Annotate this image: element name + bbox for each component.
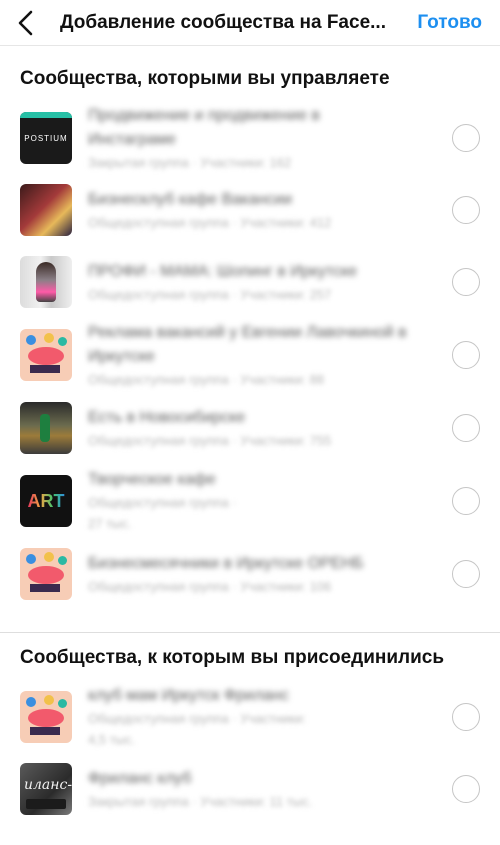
select-radio[interactable]: [452, 775, 480, 803]
community-details-line2: 4,5 тыс.: [88, 732, 136, 747]
select-radio[interactable]: [452, 124, 480, 152]
art-thumb-text: ART: [27, 490, 65, 511]
community-name: Реклама вакансий у Евгении Лавочкиной в: [88, 323, 407, 341]
select-radio[interactable]: [452, 487, 480, 515]
list-item[interactable]: ART Творческое кафе Общедоступная группа…: [0, 464, 500, 538]
community-name: клуб мам Иркутск Фриланс: [88, 687, 289, 704]
list-item[interactable]: Бизнесмесячники в Иркутске ОРЕНБ Общедос…: [0, 538, 500, 610]
community-thumbnail: ART: [20, 475, 72, 527]
community-thumbnail: [20, 548, 72, 600]
community-name: Есть в Новосибирске: [88, 408, 246, 426]
select-radio[interactable]: [452, 341, 480, 369]
select-radio[interactable]: [452, 560, 480, 588]
community-thumbnail: [20, 329, 72, 381]
thumb-text: иланс-: [24, 777, 72, 793]
list-item[interactable]: Реклама вакансий у Евгении Лавочкиной в …: [0, 318, 500, 392]
community-details: Закрытая группа · Участники: 162: [88, 154, 292, 170]
community-details: Общедоступная группа ·: [88, 495, 237, 510]
select-radio[interactable]: [452, 703, 480, 731]
list-item[interactable]: клуб мам Иркутск Фриланс Общедоступная г…: [0, 681, 500, 753]
community-thumbnail: POSTIUM: [20, 112, 72, 164]
community-details: Общедоступная группа · Участники: 257: [88, 286, 332, 302]
list-item[interactable]: POSTIUM Продвижение и продвижение в Инст…: [0, 102, 500, 174]
community-name: Творческое кафе: [88, 471, 216, 488]
done-button[interactable]: Готово: [417, 12, 482, 34]
community-thumbnail: [20, 402, 72, 454]
community-thumbnail: иланс-: [20, 763, 72, 815]
list-item[interactable]: Бизнесклуб кафе Вакансии Общедоступная г…: [0, 174, 500, 246]
select-radio[interactable]: [452, 414, 480, 442]
list-item[interactable]: Есть в Новосибирске Общедоступная группа…: [0, 392, 500, 464]
list-item[interactable]: иланс- Фриланс клуб Закрытая группа · Уч…: [0, 753, 500, 825]
community-details: Закрытая группа · Участники: 11 тыс.: [88, 793, 313, 809]
community-thumbnail: [20, 184, 72, 236]
community-name: ПРОФИ - МАМА: Шопинг в Иркутске: [88, 262, 358, 280]
community-details: Общедоступная группа · Участники: 412: [88, 214, 332, 230]
community-name-line2: Инстаграме: [88, 130, 176, 148]
community-details: Общедоступная группа · Участники: 106: [88, 578, 332, 594]
back-button[interactable]: [4, 0, 48, 46]
list-item[interactable]: ПРОФИ - МАМА: Шопинг в Иркутске Общедост…: [0, 246, 500, 318]
top-bar: Добавление сообщества на Face... Готово: [0, 0, 500, 46]
community-details: Общедоступная группа · Участники:: [88, 711, 306, 726]
community-details: Общедоступная группа · Участники: 88: [88, 371, 325, 387]
community-details-line2: 27 тыс.: [88, 516, 132, 531]
community-name: Бизнесмесячники в Иркутске ОРЕНБ: [88, 554, 364, 572]
community-thumbnail: [20, 691, 72, 743]
community-name: Бизнесклуб кафе Вакансии: [88, 190, 293, 208]
joined-list: клуб мам Иркутск Фриланс Общедоступная г…: [0, 681, 500, 825]
community-name-line2: Иркутске: [88, 347, 155, 365]
select-radio[interactable]: [452, 268, 480, 296]
page-title: Добавление сообщества на Face...: [60, 11, 386, 33]
community-thumbnail: [20, 256, 72, 308]
community-name: Продвижение и продвижение в: [88, 106, 320, 124]
chevron-left-icon: [18, 10, 33, 35]
section-title-managed: Сообщества, которыми вы управляете: [20, 68, 390, 89]
select-radio[interactable]: [452, 196, 480, 224]
section-title-joined: Сообщества, к которым вы присоединились: [20, 647, 445, 668]
managed-list: POSTIUM Продвижение и продвижение в Инст…: [0, 102, 500, 610]
community-details: Общедоступная группа · Участники: 755: [88, 432, 332, 448]
community-name: Фриланс клуб: [88, 769, 192, 787]
